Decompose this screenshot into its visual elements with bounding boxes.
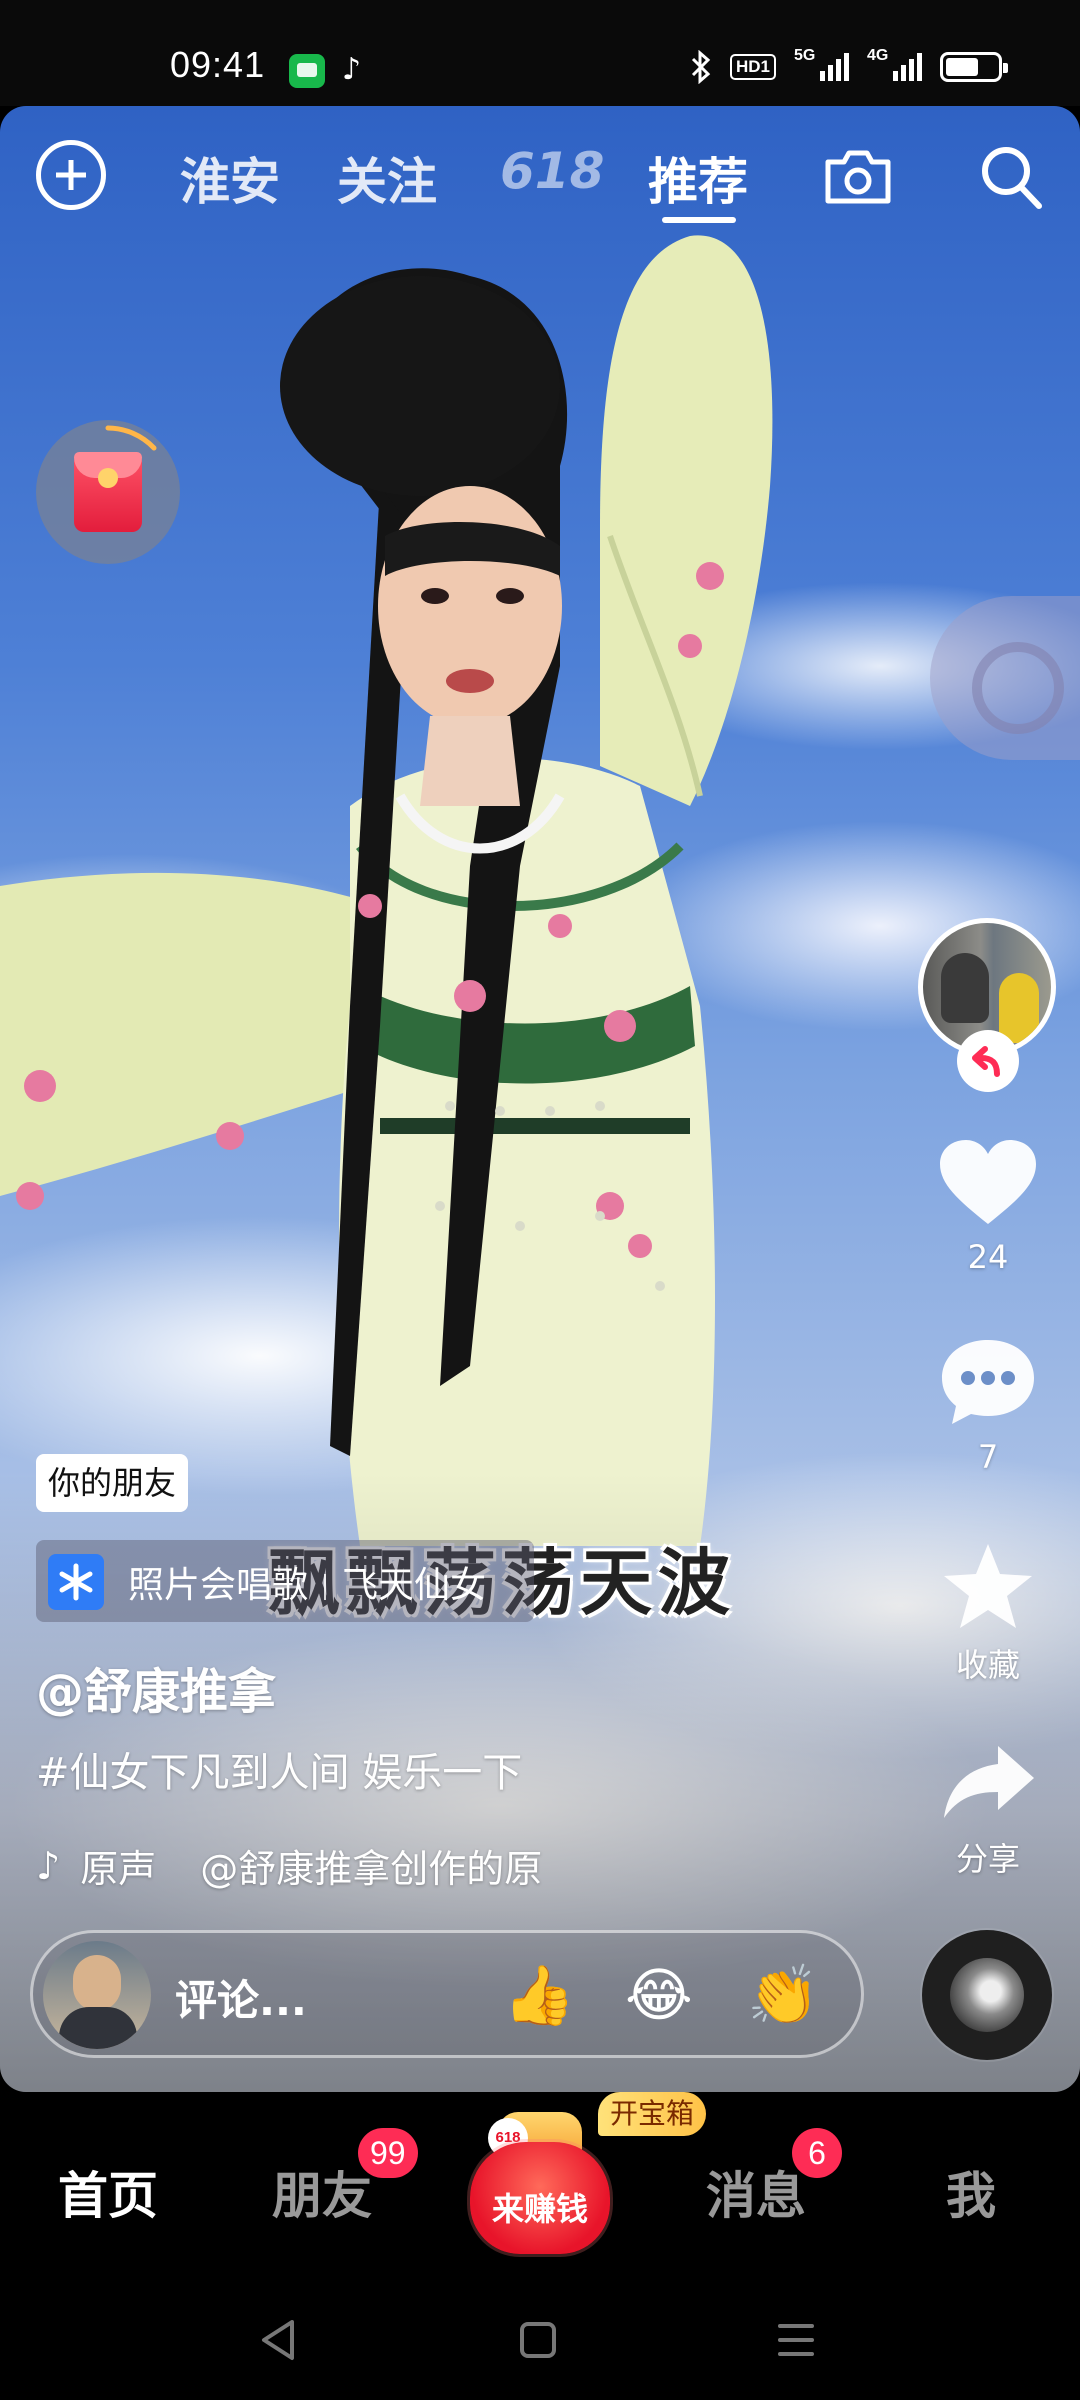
music-row[interactable]: ♪ 原声 @舒康推拿创作的原 [36,1838,542,1893]
tab-recommended[interactable]: 推荐 [648,142,748,214]
comment-count: 7 [977,1438,999,1476]
follow-back-icon [972,1046,1000,1077]
comment-bar[interactable]: 评论... 👍 😂 👏 [30,1930,864,2058]
laughing-emoji[interactable]: 😂 [625,1961,693,2029]
top-nav: 淮安 关注 618 推荐 [0,106,1080,246]
video-description[interactable]: #仙女下凡到人间 娱乐一下 [36,1740,522,1798]
music-note-icon: ♪ [36,1843,61,1888]
red-packet-reward[interactable] [36,420,180,564]
effect-sparkle-icon [48,1554,104,1610]
tab-messages[interactable]: 消息 [706,2156,806,2228]
music-label: 原声 [80,1847,157,1891]
signal-5g-icon: 5G [794,47,849,81]
tab-friends[interactable]: 朋友 [272,2156,372,2228]
my-avatar [43,1941,151,2049]
share-label: 分享 [955,1840,1020,1878]
floating-assist-ball[interactable] [930,596,1080,760]
share-arrow-icon[interactable] [940,1742,1036,1822]
tab-following[interactable]: 关注 [337,142,437,214]
friend-tag: 你的朋友 [36,1454,189,1512]
effect-name: 照片会唱歌 [128,1565,309,1606]
home-icon[interactable] [518,2320,558,2360]
follow-button[interactable] [957,1030,1019,1092]
signal-4g-icon: 4G [867,47,922,81]
add-icon[interactable] [36,140,106,210]
author-name[interactable]: @舒康推拿 [36,1652,276,1722]
effect-label: 照片会唱歌 飞天仙女 [128,1556,486,1608]
recents-icon[interactable] [776,2322,816,2358]
status-bar: 09:41 ♪ HD1 5G 4G [0,0,1080,106]
comment-input[interactable]: 评论... [175,1967,307,2028]
messages-badge: 6 [792,2128,842,2178]
battery-icon [940,52,1008,82]
like-count: 24 [967,1238,1009,1276]
like-heart-icon[interactable] [938,1138,1038,1228]
treasure-box-tag[interactable]: 开宝箱 [598,2092,707,2136]
hd-voice-badge: HD1 [729,54,776,80]
favorite-label: 收藏 [955,1646,1020,1684]
comment-bubble-icon[interactable] [938,1336,1038,1428]
tab-home[interactable]: 首页 [58,2156,158,2228]
earn-money-button[interactable]: 618 来赚钱 [470,2112,610,2254]
status-indicators: HD1 5G 4G [690,47,1008,84]
system-nav-bar [0,2280,1080,2400]
red-packet-icon [74,452,142,532]
effect-template: 飞天仙女 [342,1565,487,1606]
thumbs-up-emoji[interactable]: 👍 [503,1961,575,2030]
tab-618[interactable]: 618 [500,142,604,200]
friends-badge: 99 [358,2128,418,2178]
back-icon[interactable] [258,2318,298,2362]
effect-chip[interactable]: 照片会唱歌 飞天仙女 [36,1540,534,1622]
clapping-emoji[interactable]: 👏 [747,1961,819,2030]
bluetooth-icon [691,50,711,84]
music-disc-icon[interactable] [922,1930,1052,2060]
active-tab-underline [662,217,736,223]
tiktok-icon: ♪ [342,52,362,87]
music-track: @舒康推拿创作的原 [200,1847,543,1891]
favorite-star-icon[interactable] [940,1540,1036,1632]
earn-label: 来赚钱 [491,2190,588,2228]
status-time: 09:41 [170,44,266,85]
tab-me[interactable]: 我 [946,2156,996,2228]
messages-icon [289,54,325,88]
camera-icon[interactable] [822,148,894,206]
search-icon[interactable] [979,144,1043,210]
tab-local[interactable]: 淮安 [180,142,280,214]
